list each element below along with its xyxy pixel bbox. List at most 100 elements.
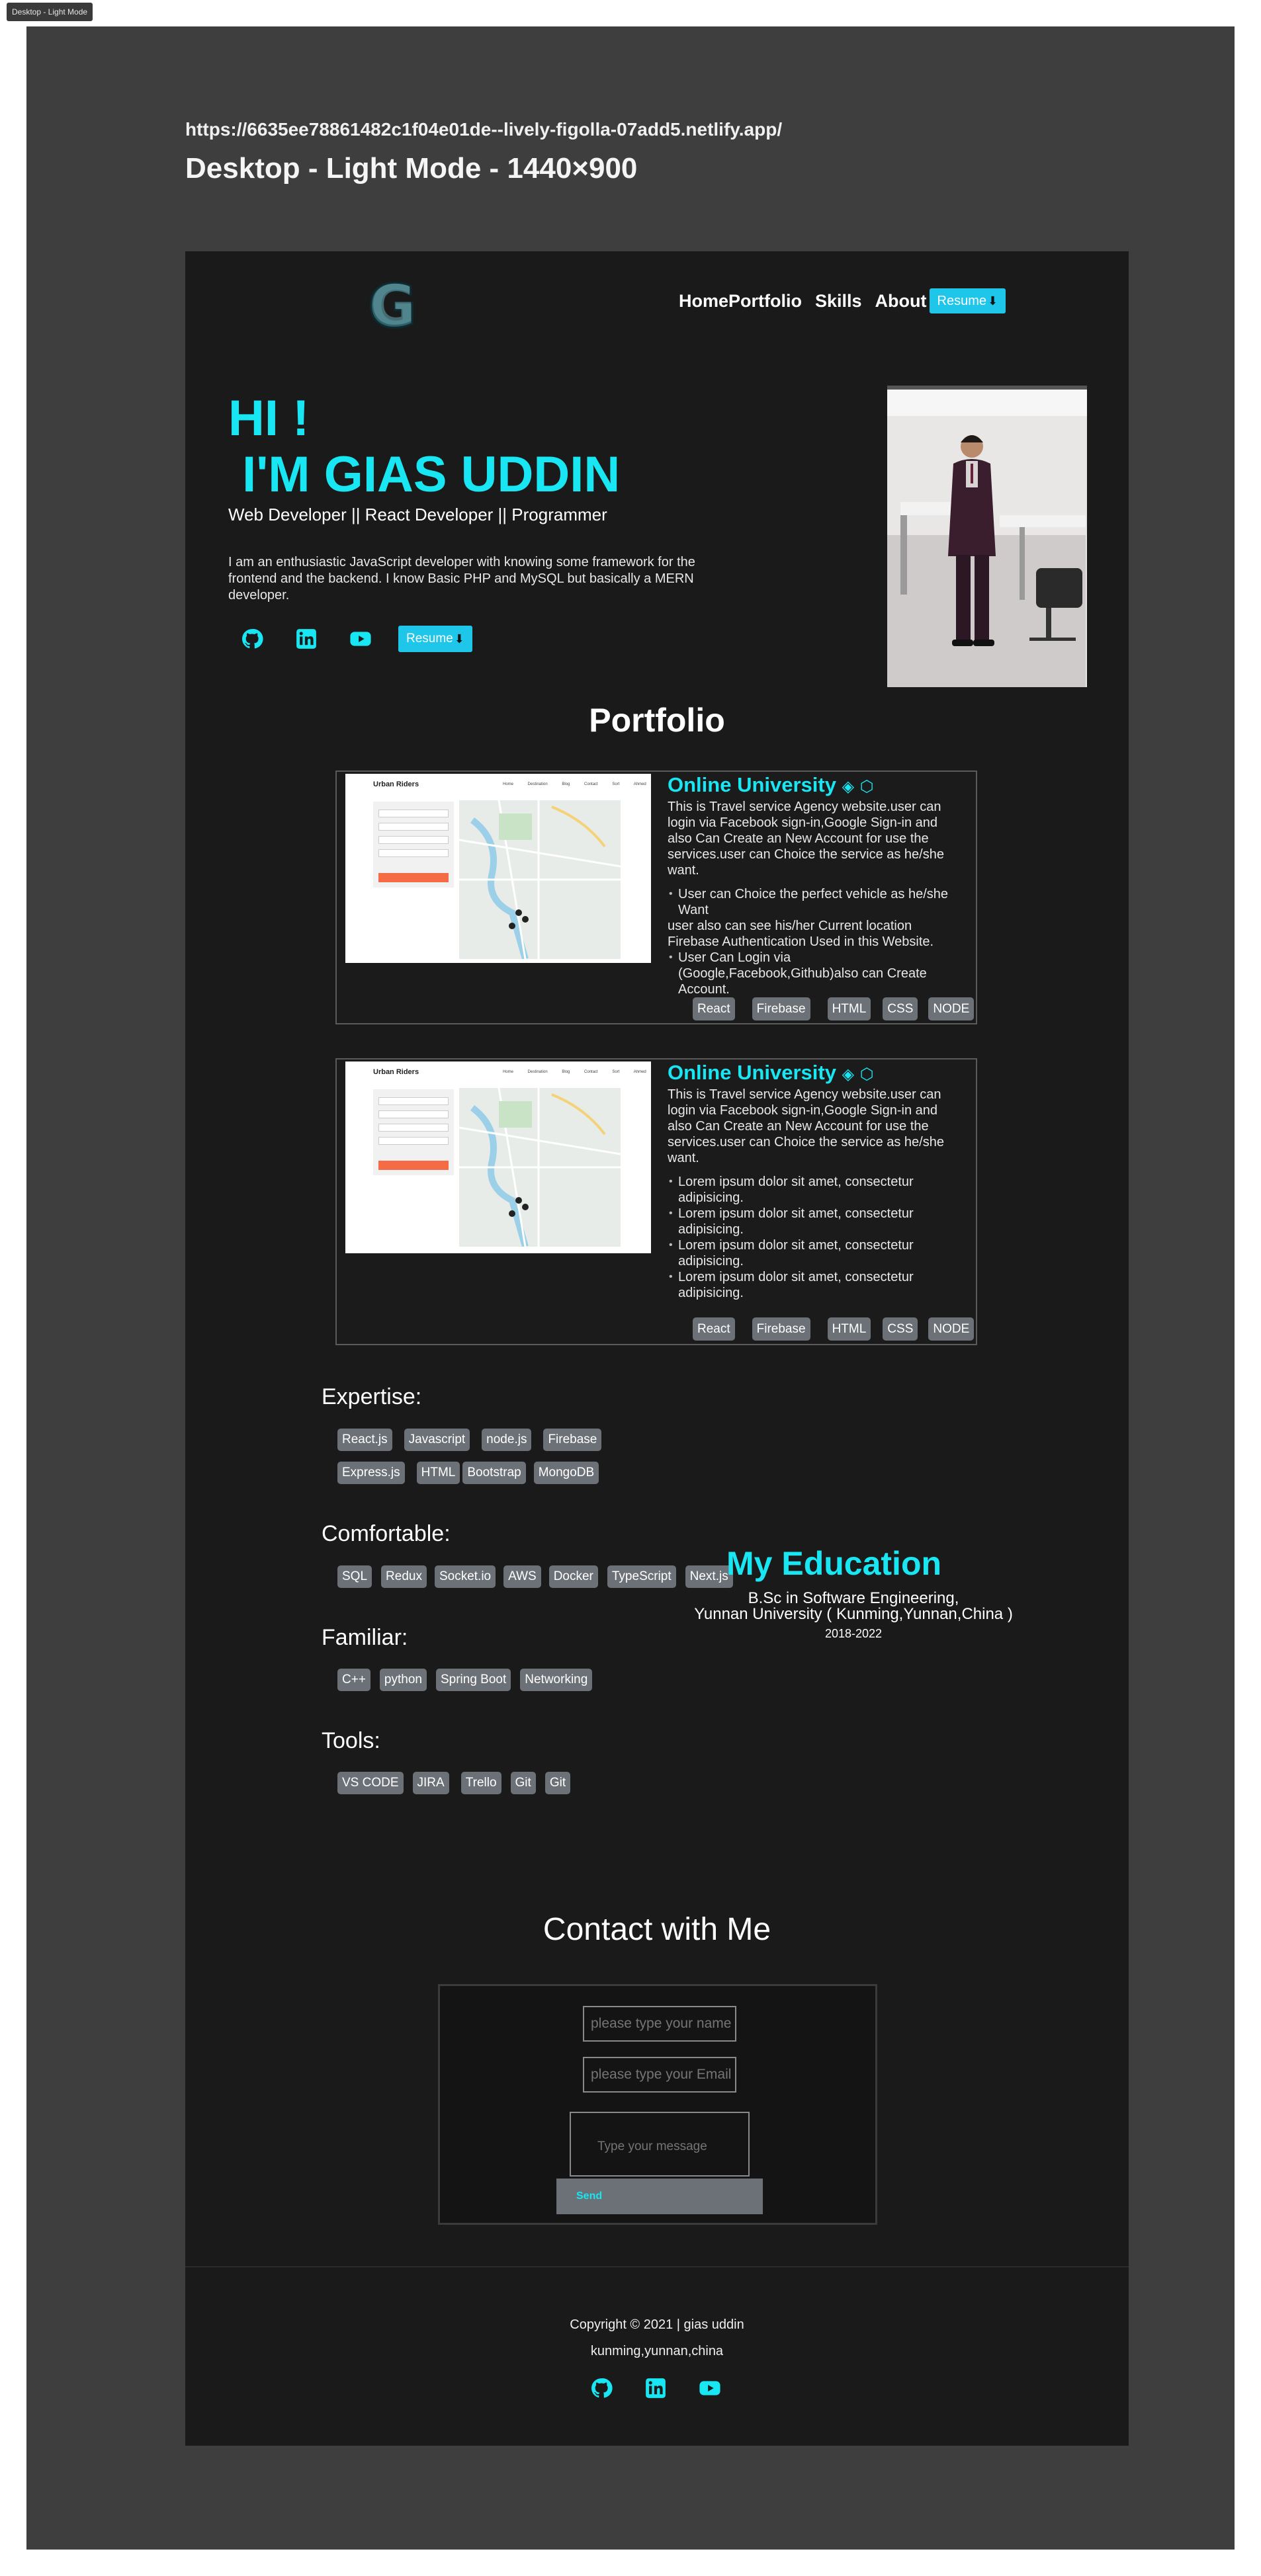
tech-tags: React Firebase HTML CSS NODE [693, 1317, 991, 1341]
screenshot-map [459, 1088, 621, 1247]
skill-tag: Trello [460, 1772, 501, 1794]
tag: Firebase [752, 997, 810, 1020]
download-icon: ⬇ [988, 294, 998, 308]
tools-heading: Tools: [322, 1728, 380, 1753]
skill-tag: Networking [520, 1669, 593, 1691]
education-title: My Education [726, 1545, 942, 1582]
skill-tag: Firebase [543, 1429, 602, 1451]
send-button[interactable]: Send [556, 2179, 763, 2214]
skill-tag: Git [510, 1772, 536, 1794]
nav-skills[interactable]: Skills [815, 291, 862, 312]
screenshot-nav: Home Destination Blog Contact Sort Ahmed [503, 1070, 646, 1074]
screenshot-form [373, 802, 454, 888]
email-input[interactable] [583, 2057, 736, 2093]
copyright: Copyright © 2021 | gias uddin [570, 2317, 744, 2332]
name-input[interactable] [583, 2006, 736, 2042]
project-card: Urban Riders Home Destination Blog Conta… [335, 770, 977, 1024]
education-school: Yunnan University ( Kunming,Yunnan,China… [694, 1605, 1013, 1623]
codepen-icon[interactable]: ⬡ [860, 778, 874, 796]
skill-tag: JIRA [412, 1772, 449, 1794]
layers-icon[interactable]: ◈ [842, 1065, 854, 1083]
message-input[interactable] [570, 2112, 750, 2177]
tag: React [693, 997, 735, 1020]
tag: CSS [883, 997, 918, 1020]
list-item: Lorem ipsum dolor sit amet, consectetur … [668, 1237, 959, 1269]
expertise-heading: Expertise: [322, 1384, 422, 1409]
page-url[interactable]: https://6635ee78861482c1f04e01de--lively… [185, 119, 782, 140]
project-description: This is Travel service Agency website.us… [668, 799, 959, 997]
expertise-row: React.js Javascript node.js Firebase [337, 1429, 613, 1451]
svg-text:G: G [370, 274, 415, 335]
resume-label: Resume [937, 293, 986, 308]
codepen-icon[interactable]: ⬡ [860, 1065, 874, 1083]
screenshot-map [459, 800, 621, 959]
list-item: Lorem ipsum dolor sit amet, consectetur … [668, 1174, 959, 1206]
tech-tags: React Firebase HTML CSS NODE [693, 997, 991, 1020]
comfortable-row: SQL Redux Socket.io AWS Docker TypeScrip… [337, 1565, 745, 1588]
hero-greeting: HI ! [228, 390, 310, 446]
skill-tag: Spring Boot [435, 1669, 511, 1691]
tag: CSS [883, 1317, 918, 1341]
skill-tag: SQL [337, 1565, 372, 1588]
hero-bio: I am an enthusiastic JavaScript develope… [228, 555, 695, 602]
project-card: Urban Riders Home Destination Blog Conta… [335, 1058, 977, 1345]
linkedin-icon[interactable] [295, 628, 318, 650]
footer-social-links [590, 2377, 753, 2399]
youtube-icon[interactable] [349, 628, 372, 650]
hero-resume-button[interactable]: Resume ⬇ [398, 626, 472, 652]
nav-about[interactable]: About [875, 291, 927, 312]
portfolio-site: G G Home Portfolio Skills About Resume ⬇… [185, 251, 1129, 2446]
screenshot-brand: Urban Riders [373, 780, 419, 788]
canvas: https://6635ee78861482c1f04e01de--lively… [26, 26, 1235, 2550]
list-item: User can Choice the perfect vehicle as h… [668, 886, 959, 918]
github-icon[interactable] [590, 2377, 613, 2399]
skill-tag: Docker [548, 1565, 598, 1588]
frame-tag: Desktop - Light Mode [7, 3, 93, 21]
education-years: 2018-2022 [824, 1627, 883, 1640]
list-item: Lorem ipsum dolor sit amet, consectetur … [668, 1269, 959, 1301]
tag: NODE [928, 997, 975, 1020]
skill-tag: node.js [482, 1429, 532, 1451]
skill-tag: React.js [337, 1429, 392, 1451]
resume-label: Resume [406, 632, 453, 645]
skill-tag: Bootstrap [462, 1462, 526, 1484]
familiar-row: C++ python Spring Boot Networking [337, 1669, 604, 1691]
github-icon[interactable] [241, 628, 263, 650]
skill-tag: Express.js [337, 1462, 405, 1484]
screenshot-brand: Urban Riders [373, 1068, 419, 1076]
tag: HTML [827, 1317, 871, 1341]
skill-tag: Redux [381, 1565, 427, 1588]
skill-tag: TypeScript [607, 1565, 676, 1588]
comfortable-heading: Comfortable: [322, 1521, 451, 1546]
youtube-icon[interactable] [699, 2377, 721, 2399]
list-item: Lorem ipsum dolor sit amet, consectetur … [668, 1206, 959, 1237]
skill-tag: python [379, 1669, 427, 1691]
logo-icon[interactable]: G G [365, 274, 421, 335]
project-screenshot[interactable]: Urban Riders Home Destination Blog Conta… [345, 1061, 651, 1253]
contact-form: Send [438, 1984, 877, 2225]
screenshot-form [373, 1089, 454, 1175]
project-screenshot[interactable]: Urban Riders Home Destination Blog Conta… [345, 774, 651, 963]
project-title: Online University ◈ ⬡ [668, 773, 874, 796]
nav-portfolio[interactable]: Portfolio [728, 291, 802, 312]
download-icon: ⬇ [454, 632, 464, 645]
skill-tag: Javascript [404, 1429, 470, 1451]
footer-location: kunming,yunnan,china [590, 2344, 724, 2358]
nav-home[interactable]: Home [679, 291, 728, 312]
footer-divider [185, 2266, 1129, 2267]
linkedin-icon[interactable] [644, 2377, 667, 2399]
tag: React [693, 1317, 735, 1341]
project-line: user also can see his/her Current locati… [668, 919, 912, 933]
skill-tag: VS CODE [337, 1772, 404, 1794]
skill-tag: AWS [503, 1565, 541, 1588]
tag: Firebase [752, 1317, 810, 1341]
contact-title: Contact with Me [543, 1912, 771, 1947]
expertise-row: Express.js HTML Bootstrap MongoDB [337, 1462, 611, 1484]
layers-icon[interactable]: ◈ [842, 778, 854, 796]
tag: HTML [827, 997, 871, 1020]
project-description: This is Travel service Agency website.us… [668, 1087, 959, 1301]
project-line: Firebase Authentication Used in this Web… [668, 935, 934, 949]
tag: NODE [928, 1317, 975, 1341]
nav-resume-button[interactable]: Resume ⬇ [929, 288, 1006, 313]
skill-tag: Git [544, 1772, 571, 1794]
